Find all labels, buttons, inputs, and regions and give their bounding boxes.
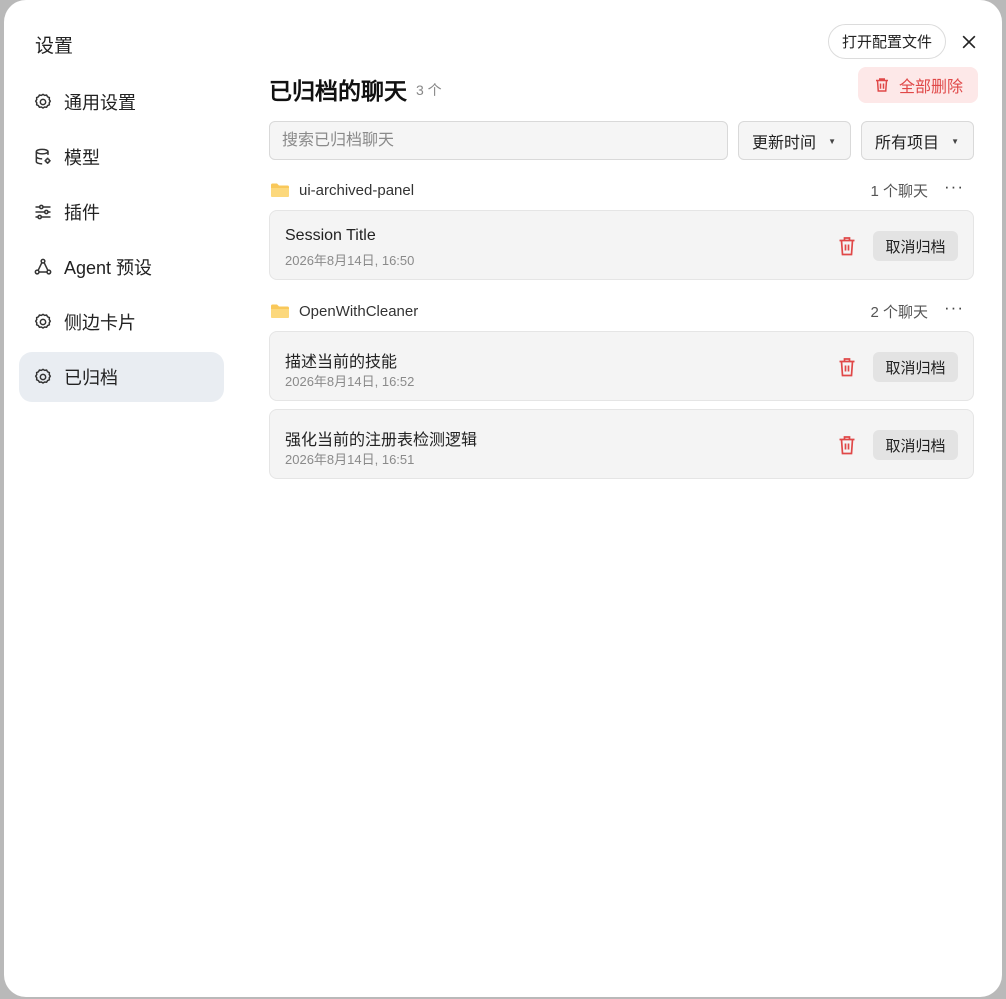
sidebar-item-archived[interactable]: 已归档: [19, 352, 224, 402]
sidebar-item-label: 模型: [64, 148, 100, 168]
folder-icon: [271, 183, 289, 197]
trash-icon[interactable]: [838, 435, 856, 455]
project-group-count: 2 个聊天: [870, 303, 928, 321]
sidebar-item-side-cards[interactable]: 侧边卡片: [19, 297, 224, 347]
project-group-count: 1 个聊天: [870, 182, 928, 200]
sidebar-item-label: Agent 预设: [64, 258, 153, 278]
project-group-header: OpenWithCleaner 2 个聊天 ···: [269, 299, 974, 323]
sidebar-item-label: 通用设置: [64, 93, 136, 113]
archived-chat-card[interactable]: 描述当前的技能 2026年8月14日, 16:52 取消归档: [269, 331, 974, 401]
sidebar-item-agent-presets[interactable]: Agent 预设: [19, 242, 224, 292]
page-title: 已归档的聊天: [269, 78, 407, 104]
chat-timestamp: 2026年8月14日, 16:51: [285, 452, 415, 467]
gear-icon: [33, 367, 53, 387]
chat-title: 强化当前的注册表检测逻辑: [285, 432, 478, 449]
unarchive-button[interactable]: 取消归档: [873, 231, 958, 261]
settings-sidebar: 设置 通用设置 模型 插件 Agent 预设 侧边卡片 已归档: [4, 0, 244, 997]
sidebar-item-plugins[interactable]: 插件: [19, 187, 224, 237]
delete-all-label: 全部删除: [898, 79, 963, 96]
sidebar-item-label: 侧边卡片: [64, 313, 136, 333]
sidebar-item-label: 插件: [64, 203, 100, 223]
gear-icon: [33, 92, 53, 112]
search-input[interactable]: [269, 121, 728, 160]
database-icon: [33, 147, 53, 167]
archived-chat-card[interactable]: 强化当前的注册表检测逻辑 2026年8月14日, 16:51 取消归档: [269, 409, 974, 479]
sidebar-item-general[interactable]: 通用设置: [19, 77, 224, 127]
chat-timestamp: 2026年8月14日, 16:50: [285, 253, 415, 268]
chat-timestamp: 2026年8月14日, 16:52: [285, 374, 415, 389]
more-icon[interactable]: ···: [944, 299, 964, 316]
settings-dialog: 设置 通用设置 模型 插件 Agent 预设 侧边卡片 已归档 打开配置文件 已…: [4, 0, 1002, 997]
gear-icon: [33, 312, 53, 332]
trash-icon[interactable]: [838, 357, 856, 377]
archived-count: 3 个: [416, 82, 442, 98]
project-select-value: 所有项目: [875, 134, 940, 152]
caret-down-icon: ▼: [828, 137, 836, 146]
sliders-icon: [33, 202, 53, 222]
close-icon[interactable]: [957, 30, 981, 54]
agent-icon: [33, 257, 53, 277]
chat-title: 描述当前的技能: [285, 354, 398, 371]
folder-icon: [271, 304, 289, 318]
open-config-button[interactable]: 打开配置文件: [827, 24, 946, 59]
sidebar-nav: 通用设置 模型 插件 Agent 预设 侧边卡片 已归档: [19, 77, 224, 407]
archived-chat-card[interactable]: Session Title 2026年8月14日, 16:50 取消归档: [269, 210, 974, 280]
unarchive-button[interactable]: 取消归档: [873, 352, 958, 382]
project-group-name: OpenWithCleaner: [299, 302, 419, 320]
sidebar-item-label: 已归档: [64, 368, 118, 388]
sort-select-value: 更新时间: [752, 134, 817, 152]
trash-icon[interactable]: [838, 236, 856, 256]
sidebar-item-models[interactable]: 模型: [19, 132, 224, 182]
trash-icon: [875, 78, 888, 92]
archived-chats-panel: 打开配置文件 已归档的聊天 3 个 全部删除 更新时间 ▼ 所有项目 ▼ ui-…: [269, 0, 978, 997]
chat-title: Session Title: [285, 227, 376, 244]
more-icon[interactable]: ···: [944, 178, 964, 195]
project-group-header: ui-archived-panel 1 个聊天 ···: [269, 178, 974, 202]
project-select[interactable]: 所有项目 ▼: [861, 121, 974, 160]
caret-down-icon: ▼: [951, 137, 959, 146]
unarchive-button[interactable]: 取消归档: [873, 430, 958, 460]
sidebar-title: 设置: [35, 36, 74, 57]
project-group-name: ui-archived-panel: [299, 181, 415, 199]
sort-select[interactable]: 更新时间 ▼: [738, 121, 851, 160]
delete-all-button[interactable]: 全部删除: [858, 67, 978, 103]
